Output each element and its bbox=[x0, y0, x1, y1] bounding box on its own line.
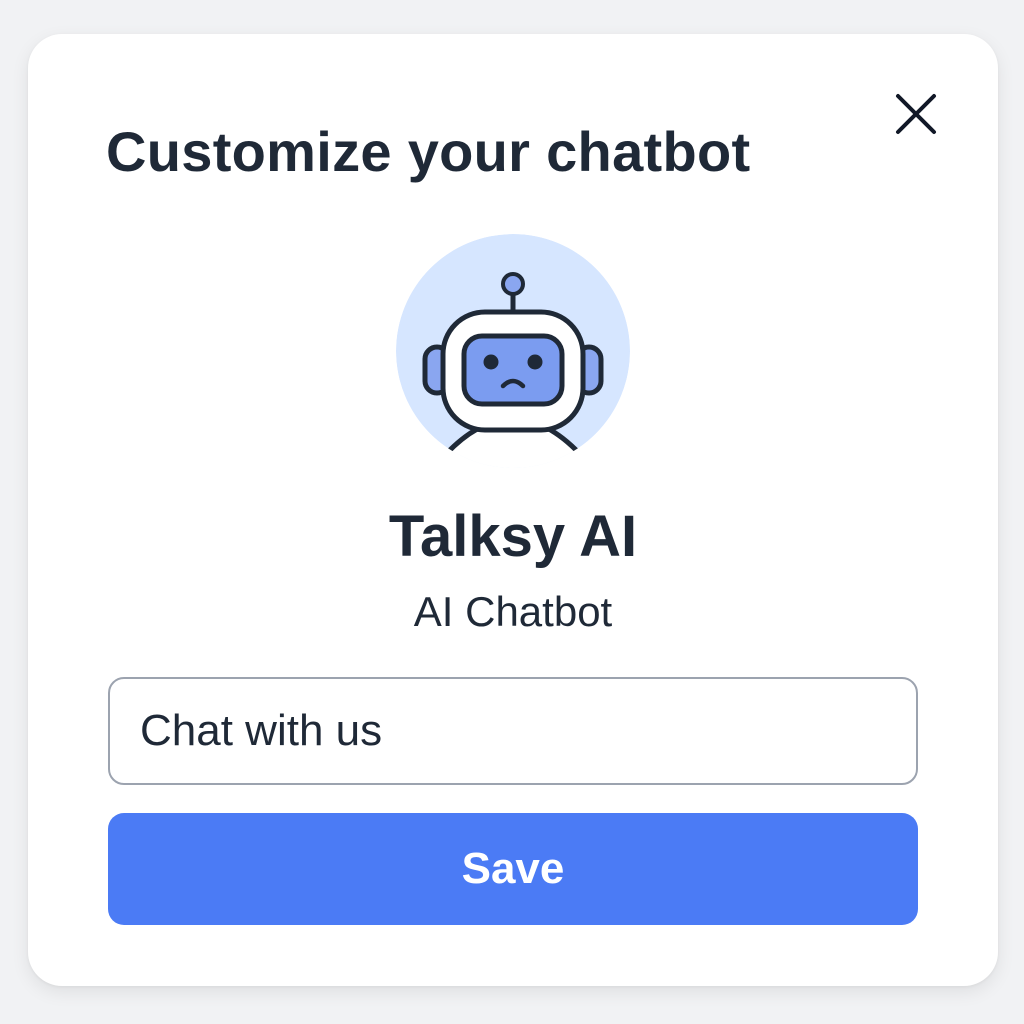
close-icon bbox=[896, 94, 936, 134]
robot-icon bbox=[396, 234, 630, 468]
dialog-title: Customize your chatbot bbox=[106, 120, 751, 183]
greeting-input[interactable] bbox=[108, 677, 918, 785]
bot-avatar[interactable] bbox=[396, 234, 630, 468]
customize-chatbot-dialog: Customize your chatbot Talksy AI AI Chat… bbox=[28, 34, 998, 986]
bot-subtitle: AI Chatbot bbox=[413, 588, 613, 635]
bot-name: Talksy AI bbox=[388, 504, 638, 569]
close-button[interactable] bbox=[892, 90, 940, 138]
save-button[interactable]: Save bbox=[108, 813, 918, 925]
